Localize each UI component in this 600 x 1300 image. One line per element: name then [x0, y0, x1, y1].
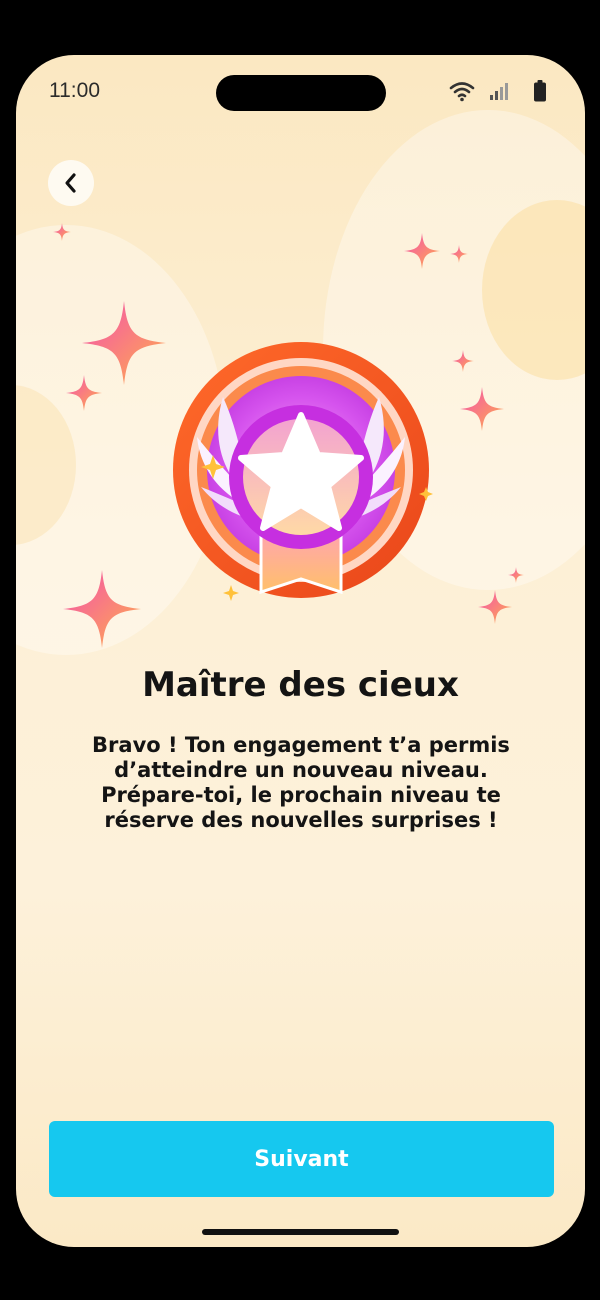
sparkle-icon — [53, 223, 71, 241]
dynamic-island — [216, 75, 386, 111]
back-button[interactable] — [48, 160, 94, 206]
page-title: Maître des cieux — [142, 665, 459, 705]
sparkle-icon — [478, 590, 512, 624]
message-line: d’atteindre un nouveau niveau. — [114, 758, 488, 782]
sparkle-icon — [452, 350, 474, 372]
next-button[interactable]: Suivant — [49, 1121, 554, 1197]
battery-icon — [534, 80, 546, 102]
sparkle-icon — [404, 233, 440, 269]
status-time: 11:00 — [49, 79, 100, 102]
sparkle-icon — [508, 567, 524, 583]
system-icons — [449, 80, 559, 104]
status-bar: 11:00 — [16, 55, 585, 125]
star-medal-badge-icon — [173, 342, 433, 601]
phone-screen: 11:00 Maître des cieux Bravo ! Ton engag… — [16, 55, 585, 1247]
sparkle-icon — [63, 570, 141, 648]
chevron-left-icon — [65, 173, 76, 193]
wifi-icon — [449, 82, 475, 102]
message-line: Bravo ! Ton engagement t’a permis — [92, 733, 510, 757]
sparkle-icon — [460, 387, 504, 431]
cellular-signal-icon — [490, 83, 508, 100]
message-line: Prépare-toi, le prochain niveau te — [101, 783, 501, 807]
sparkle-icon — [450, 245, 468, 263]
sparkle-icon — [66, 375, 102, 411]
home-indicator[interactable] — [202, 1229, 399, 1235]
sparkle-icon — [82, 301, 166, 385]
congratulations-message: Bravo ! Ton engagement t’a permis d’atte… — [56, 733, 546, 833]
message-line: réserve des nouvelles surprises ! — [104, 808, 498, 832]
